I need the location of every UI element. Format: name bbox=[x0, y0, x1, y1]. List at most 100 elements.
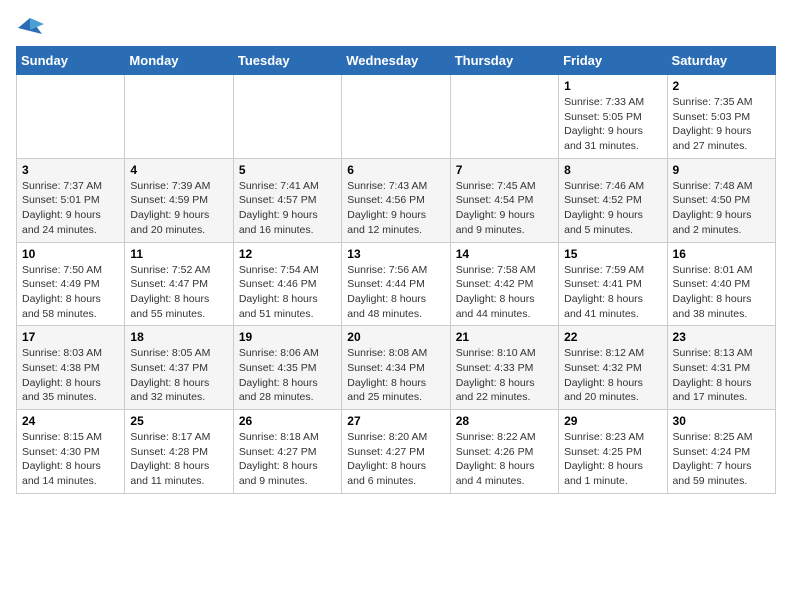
calendar-day-cell: 17Sunrise: 8:03 AM Sunset: 4:38 PM Dayli… bbox=[17, 326, 125, 410]
day-info: Sunrise: 7:58 AM Sunset: 4:42 PM Dayligh… bbox=[456, 263, 553, 322]
calendar-day-cell: 13 Sunrise: 7:56 AM Sunset: 4:44 PM Dayli… bbox=[342, 242, 450, 326]
day-number: 9 bbox=[673, 163, 770, 177]
weekday-header-friday: Friday bbox=[559, 47, 667, 75]
calendar-day-cell: 1 Sunrise: 7:33 AM Sunset: 5:05 PM Daylig… bbox=[559, 75, 667, 159]
day-number: 25 bbox=[130, 414, 227, 428]
calendar-day-cell: 9 Sunrise: 7:48 AM Sunset: 4:50 PM Daylig… bbox=[667, 158, 775, 242]
day-info: Sunrise: 8:22 AM Sunset: 4:26 PM Dayligh… bbox=[456, 430, 553, 489]
day-number: 21 bbox=[456, 330, 553, 344]
weekday-header-tuesday: Tuesday bbox=[233, 47, 341, 75]
calendar-week-row: 3 Sunrise: 7:37 AM Sunset: 5:01 PM Daylig… bbox=[17, 158, 776, 242]
day-number: 19 bbox=[239, 330, 336, 344]
calendar-day-cell: 10 Sunrise: 7:50 AM Sunset: 4:49 PM Dayli… bbox=[17, 242, 125, 326]
day-number: 24 bbox=[22, 414, 119, 428]
day-info: Sunrise: 8:23 AM Sunset: 4:25 PM Dayligh… bbox=[564, 430, 661, 489]
calendar-week-row: 10 Sunrise: 7:50 AM Sunset: 4:49 PM Dayli… bbox=[17, 242, 776, 326]
day-info: Sunrise: 8:08 AM Sunset: 4:34 PM Dayligh… bbox=[347, 346, 444, 405]
day-info: Sunrise: 7:56 AM Sunset: 4:44 PM Dayligh… bbox=[347, 263, 444, 322]
day-number: 10 bbox=[22, 247, 119, 261]
day-number: 12 bbox=[239, 247, 336, 261]
calendar-week-row: 24 Sunrise: 8:15 AM Sunset: 4:30 PM Dayli… bbox=[17, 410, 776, 494]
day-info: Sunrise: 7:52 AM Sunset: 4:47 PM Dayligh… bbox=[130, 263, 227, 322]
weekday-header-monday: Monday bbox=[125, 47, 233, 75]
day-info: Sunrise: 7:45 AM Sunset: 4:54 PM Dayligh… bbox=[456, 179, 553, 238]
calendar-day-cell: 18 Sunrise: 8:05 AM Sunset: 4:37 PM Dayli… bbox=[125, 326, 233, 410]
logo-bird-icon bbox=[16, 16, 44, 38]
day-info: Sunrise: 7:33 AM Sunset: 5:05 PM Dayligh… bbox=[564, 95, 661, 154]
calendar-day-cell: 8 Sunrise: 7:46 AM Sunset: 4:52 PM Daylig… bbox=[559, 158, 667, 242]
day-info: Sunrise: 7:48 AM Sunset: 4:50 PM Dayligh… bbox=[673, 179, 770, 238]
calendar-day-cell: 23 Sunrise: 8:13 AM Sunset: 4:31 PM Dayli… bbox=[667, 326, 775, 410]
day-number: 17 bbox=[22, 330, 119, 344]
calendar-day-cell: 29 Sunrise: 8:23 AM Sunset: 4:25 PM Dayli… bbox=[559, 410, 667, 494]
day-number: 13 bbox=[347, 247, 444, 261]
day-number: 8 bbox=[564, 163, 661, 177]
calendar-day-cell: 2 Sunrise: 7:35 AM Sunset: 5:03 PM Daylig… bbox=[667, 75, 775, 159]
calendar-day-cell: 30Sunrise: 8:25 AM Sunset: 4:24 PM Dayli… bbox=[667, 410, 775, 494]
calendar-day-cell bbox=[450, 75, 558, 159]
day-info: Sunrise: 8:12 AM Sunset: 4:32 PM Dayligh… bbox=[564, 346, 661, 405]
calendar-week-row: 1 Sunrise: 7:33 AM Sunset: 5:05 PM Daylig… bbox=[17, 75, 776, 159]
calendar-day-cell bbox=[233, 75, 341, 159]
day-number: 4 bbox=[130, 163, 227, 177]
weekday-header-thursday: Thursday bbox=[450, 47, 558, 75]
day-info: Sunrise: 7:39 AM Sunset: 4:59 PM Dayligh… bbox=[130, 179, 227, 238]
day-info: Sunrise: 7:43 AM Sunset: 4:56 PM Dayligh… bbox=[347, 179, 444, 238]
calendar-day-cell: 26 Sunrise: 8:18 AM Sunset: 4:27 PM Dayli… bbox=[233, 410, 341, 494]
day-info: Sunrise: 7:35 AM Sunset: 5:03 PM Dayligh… bbox=[673, 95, 770, 154]
calendar-day-cell: 24 Sunrise: 8:15 AM Sunset: 4:30 PM Dayli… bbox=[17, 410, 125, 494]
calendar-day-cell: 14 Sunrise: 7:58 AM Sunset: 4:42 PM Dayli… bbox=[450, 242, 558, 326]
day-info: Sunrise: 8:15 AM Sunset: 4:30 PM Dayligh… bbox=[22, 430, 119, 489]
calendar-day-cell: 19 Sunrise: 8:06 AM Sunset: 4:35 PM Dayli… bbox=[233, 326, 341, 410]
day-info: Sunrise: 8:13 AM Sunset: 4:31 PM Dayligh… bbox=[673, 346, 770, 405]
calendar-day-cell: 21Sunrise: 8:10 AM Sunset: 4:33 PM Dayli… bbox=[450, 326, 558, 410]
day-number: 26 bbox=[239, 414, 336, 428]
day-info: Sunrise: 7:46 AM Sunset: 4:52 PM Dayligh… bbox=[564, 179, 661, 238]
calendar-table: SundayMondayTuesdayWednesdayThursdayFrid… bbox=[16, 46, 776, 494]
calendar-day-cell: 28 Sunrise: 8:22 AM Sunset: 4:26 PM Dayli… bbox=[450, 410, 558, 494]
calendar-day-cell: 4 Sunrise: 7:39 AM Sunset: 4:59 PM Daylig… bbox=[125, 158, 233, 242]
calendar-day-cell: 5 Sunrise: 7:41 AM Sunset: 4:57 PM Daylig… bbox=[233, 158, 341, 242]
calendar-day-cell: 15Sunrise: 7:59 AM Sunset: 4:41 PM Dayli… bbox=[559, 242, 667, 326]
day-number: 22 bbox=[564, 330, 661, 344]
calendar-day-cell: 22 Sunrise: 8:12 AM Sunset: 4:32 PM Dayli… bbox=[559, 326, 667, 410]
calendar-day-cell bbox=[125, 75, 233, 159]
weekday-header-wednesday: Wednesday bbox=[342, 47, 450, 75]
calendar-day-cell: 16Sunrise: 8:01 AM Sunset: 4:40 PM Dayli… bbox=[667, 242, 775, 326]
calendar-day-cell: 7Sunrise: 7:45 AM Sunset: 4:54 PM Daylig… bbox=[450, 158, 558, 242]
weekday-header-saturday: Saturday bbox=[667, 47, 775, 75]
day-number: 5 bbox=[239, 163, 336, 177]
day-number: 23 bbox=[673, 330, 770, 344]
calendar-day-cell bbox=[342, 75, 450, 159]
day-number: 27 bbox=[347, 414, 444, 428]
day-info: Sunrise: 8:06 AM Sunset: 4:35 PM Dayligh… bbox=[239, 346, 336, 405]
calendar-day-cell: 20Sunrise: 8:08 AM Sunset: 4:34 PM Dayli… bbox=[342, 326, 450, 410]
day-info: Sunrise: 7:54 AM Sunset: 4:46 PM Dayligh… bbox=[239, 263, 336, 322]
day-info: Sunrise: 7:37 AM Sunset: 5:01 PM Dayligh… bbox=[22, 179, 119, 238]
day-number: 16 bbox=[673, 247, 770, 261]
calendar-day-cell: 11 Sunrise: 7:52 AM Sunset: 4:47 PM Dayli… bbox=[125, 242, 233, 326]
day-info: Sunrise: 8:25 AM Sunset: 4:24 PM Dayligh… bbox=[673, 430, 770, 489]
calendar-header-row: SundayMondayTuesdayWednesdayThursdayFrid… bbox=[17, 47, 776, 75]
day-info: Sunrise: 8:20 AM Sunset: 4:27 PM Dayligh… bbox=[347, 430, 444, 489]
day-number: 3 bbox=[22, 163, 119, 177]
day-info: Sunrise: 8:05 AM Sunset: 4:37 PM Dayligh… bbox=[130, 346, 227, 405]
calendar-day-cell: 6 Sunrise: 7:43 AM Sunset: 4:56 PM Daylig… bbox=[342, 158, 450, 242]
day-info: Sunrise: 7:41 AM Sunset: 4:57 PM Dayligh… bbox=[239, 179, 336, 238]
day-number: 28 bbox=[456, 414, 553, 428]
day-number: 14 bbox=[456, 247, 553, 261]
day-number: 2 bbox=[673, 79, 770, 93]
day-number: 18 bbox=[130, 330, 227, 344]
day-info: Sunrise: 7:50 AM Sunset: 4:49 PM Dayligh… bbox=[22, 263, 119, 322]
day-number: 29 bbox=[564, 414, 661, 428]
day-info: Sunrise: 8:17 AM Sunset: 4:28 PM Dayligh… bbox=[130, 430, 227, 489]
day-number: 6 bbox=[347, 163, 444, 177]
header bbox=[16, 16, 776, 38]
weekday-header-sunday: Sunday bbox=[17, 47, 125, 75]
day-number: 11 bbox=[130, 247, 227, 261]
calendar-day-cell: 12 Sunrise: 7:54 AM Sunset: 4:46 PM Dayli… bbox=[233, 242, 341, 326]
day-info: Sunrise: 7:59 AM Sunset: 4:41 PM Dayligh… bbox=[564, 263, 661, 322]
day-number: 1 bbox=[564, 79, 661, 93]
calendar-week-row: 17Sunrise: 8:03 AM Sunset: 4:38 PM Dayli… bbox=[17, 326, 776, 410]
day-info: Sunrise: 8:18 AM Sunset: 4:27 PM Dayligh… bbox=[239, 430, 336, 489]
